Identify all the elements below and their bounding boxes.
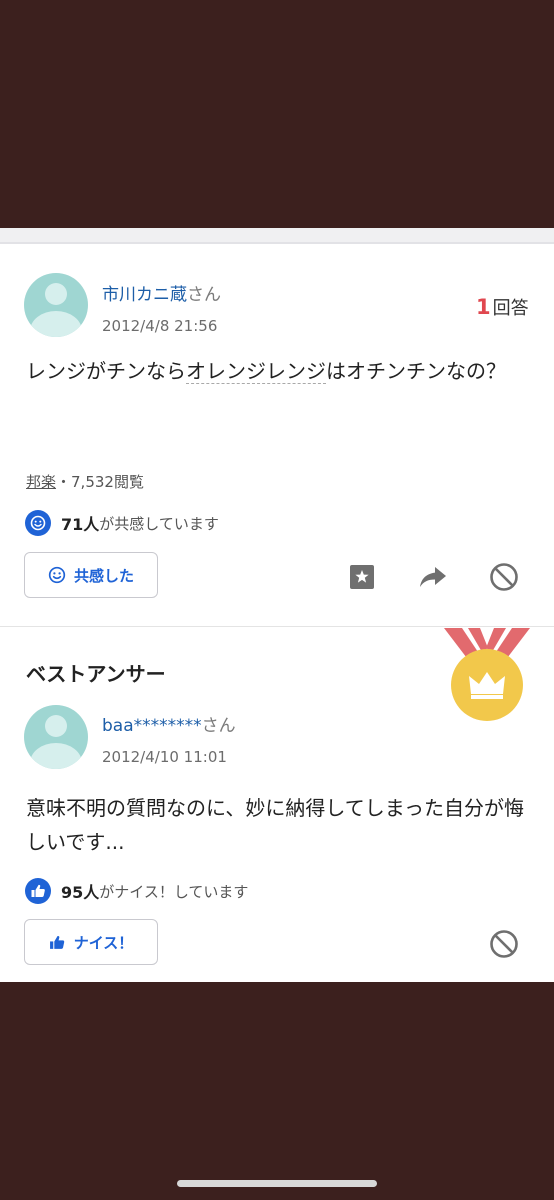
thumbs-up-icon <box>25 878 51 904</box>
answerer-suffix: さん <box>201 716 236 736</box>
answer-text: 意味不明の質問なのに、妙に納得してしまった自分が悔しいです... <box>26 796 524 854</box>
answerer-name[interactable]: baa********さん <box>102 711 236 736</box>
dictionary-link[interactable]: オレンジレンジ <box>186 359 326 384</box>
answer-count: 1 回答 <box>476 294 529 320</box>
questioner-suffix: さん <box>187 285 221 305</box>
view-count: ・7,532閲覧 <box>56 473 144 491</box>
questioner-name-text[interactable]: 市川カニ蔵 <box>102 285 187 305</box>
questioner-avatar[interactable] <box>24 273 88 337</box>
bookmark-icon[interactable] <box>346 561 378 593</box>
best-answer-heading: ベストアンサー <box>26 662 166 686</box>
answerer-avatar[interactable] <box>24 705 88 769</box>
nice-summary: 95人 がナイス！しています <box>25 877 248 905</box>
question-meta: 邦楽・7,532閲覧 <box>26 471 144 492</box>
smile-icon <box>25 510 51 536</box>
top-strip <box>0 228 554 242</box>
empathy-summary: 71人 が共感しています <box>25 509 219 537</box>
top-divider <box>0 242 554 244</box>
home-indicator[interactable] <box>177 1180 377 1187</box>
share-icon[interactable] <box>416 561 450 593</box>
qa-card: 市川カニ蔵さん 2012/4/8 21:56 1 回答 レンジがチンならオレンジレ… <box>0 228 554 982</box>
nice-count: 95人 <box>61 883 100 902</box>
block-icon[interactable] <box>487 927 521 961</box>
block-icon[interactable] <box>487 560 521 594</box>
medal-icon <box>442 628 532 724</box>
questioner-name[interactable]: 市川カニ蔵さん <box>102 280 221 305</box>
question-text: レンジがチンならオレンジレンジはオチンチンなの？ <box>26 359 506 384</box>
nice-button-label: ナイス！ <box>73 933 134 952</box>
section-divider <box>0 626 554 627</box>
empathy-count: 71人 <box>61 515 100 534</box>
smile-outline-icon <box>48 566 66 584</box>
answer-count-number: 1 <box>476 295 491 319</box>
category-link[interactable]: 邦楽 <box>26 473 56 491</box>
answerer-name-text[interactable]: baa******** <box>102 716 202 736</box>
thumbs-up-button-icon <box>49 935 64 949</box>
answer-count-label: 回答 <box>492 298 529 319</box>
nice-button[interactable]: ナイス！ <box>24 919 158 965</box>
nice-text: がナイス！しています <box>99 882 249 901</box>
empathy-button[interactable]: 共感した <box>24 552 158 598</box>
empathy-text: が共感しています <box>99 514 219 533</box>
answer-date: 2012/4/10 11:01 <box>102 748 227 766</box>
empathy-button-label: 共感した <box>73 566 134 585</box>
question-date: 2012/4/8 21:56 <box>102 317 218 335</box>
